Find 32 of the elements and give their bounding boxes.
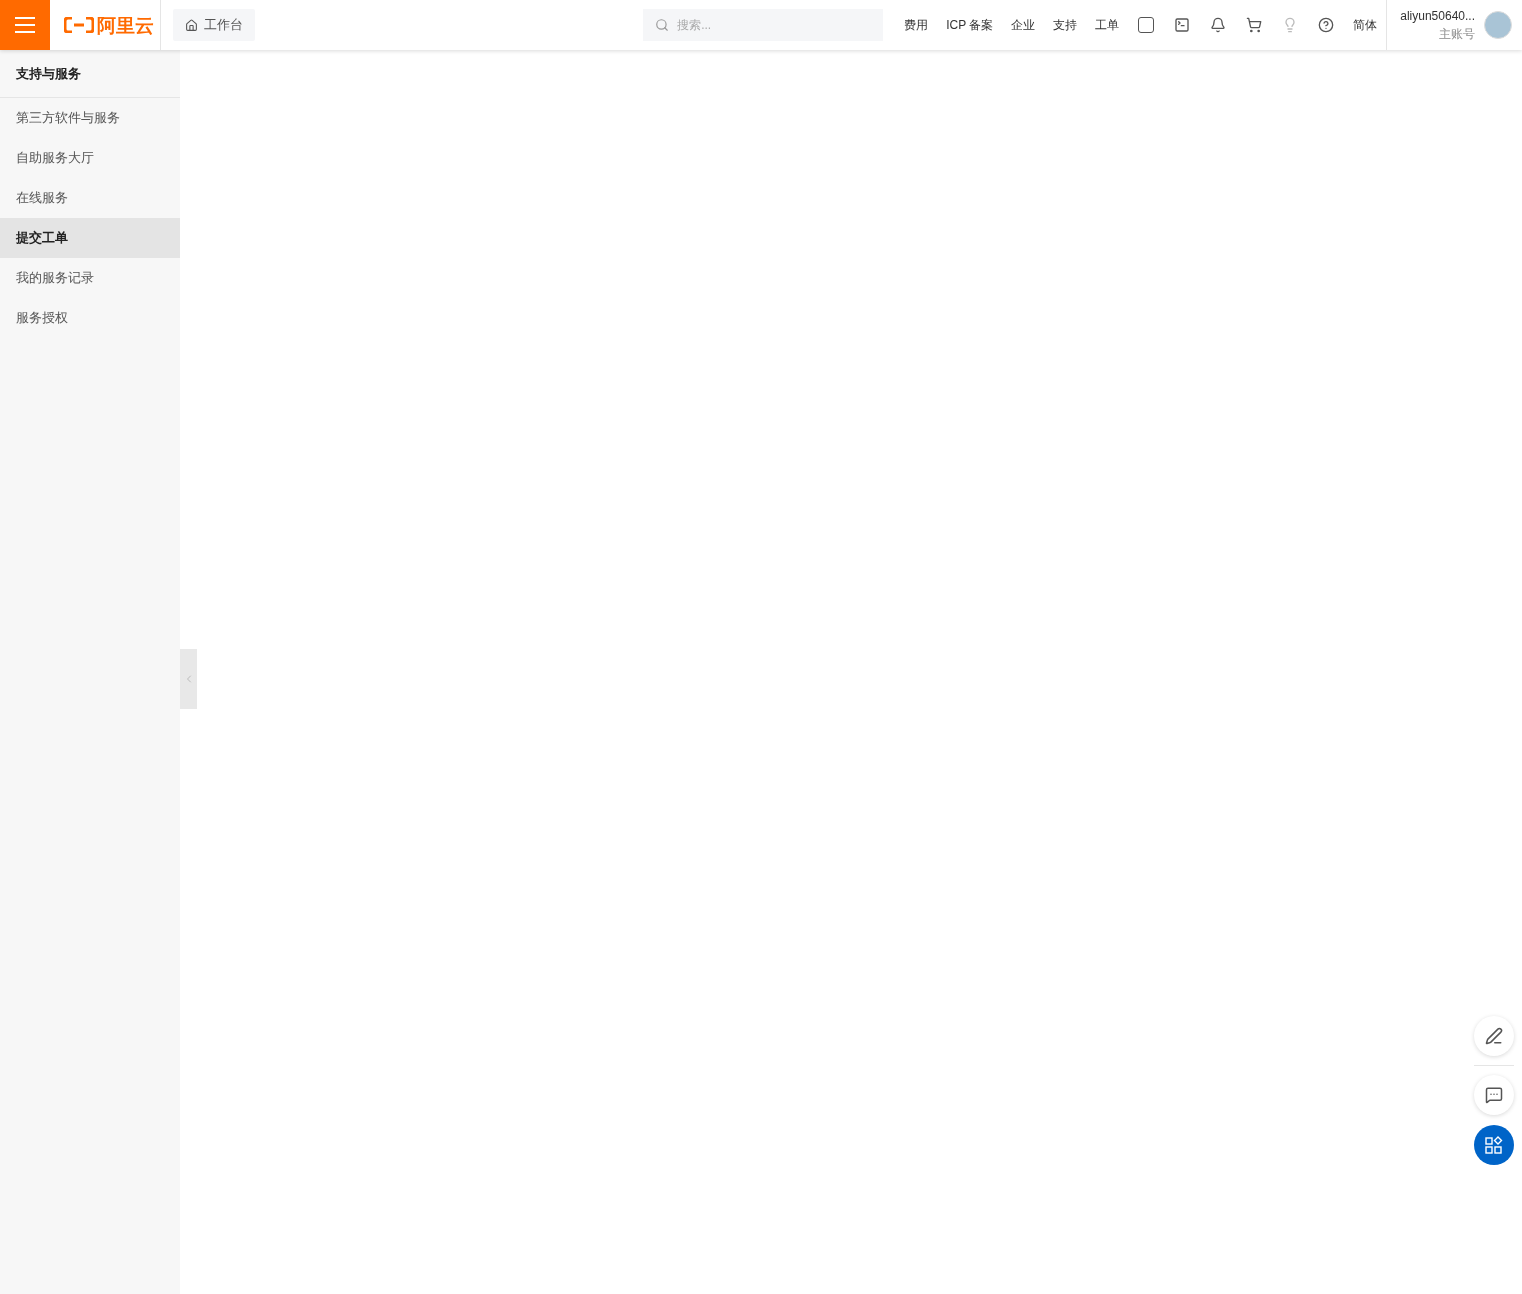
help-icon[interactable] [1318, 17, 1335, 33]
sidebar-item[interactable]: 在线服务 [0, 178, 180, 218]
nav-link[interactable]: 企业 [1002, 16, 1045, 34]
search-icon [655, 18, 670, 32]
nav-link[interactable]: 费用 [895, 16, 938, 34]
terminal-icon[interactable] [1174, 17, 1191, 33]
workbench-button[interactable]: 工作台 [173, 9, 255, 41]
sidebar-item[interactable]: 自助服务大厅 [0, 138, 180, 178]
sidebar-item[interactable]: 服务授权 [0, 298, 180, 338]
sidebar-item[interactable]: 我的服务记录 [0, 258, 180, 298]
nav-link[interactable]: ICP 备案 [937, 16, 1003, 34]
chat-icon [1485, 1086, 1503, 1104]
collapse-handle[interactable] [180, 649, 197, 709]
cart-icon[interactable] [1246, 17, 1263, 33]
account-role: 主账号 [1439, 26, 1475, 43]
feedback-button[interactable] [1474, 1075, 1514, 1115]
sidebar-title: 支持与服务 [16, 64, 81, 83]
language-link[interactable]: 简体 [1344, 16, 1387, 34]
menu-button[interactable] [0, 0, 50, 50]
sidebar-item[interactable]: 第三方软件与服务 [0, 98, 180, 138]
logo-icon [64, 17, 94, 33]
sidebar-item[interactable]: 提交工单 [0, 218, 180, 258]
nav-link[interactable]: 支持 [1044, 16, 1087, 34]
pen-icon [1485, 1027, 1503, 1045]
home-icon [185, 18, 198, 32]
user-name[interactable]: aliyun50640... [1400, 7, 1475, 25]
apps-icon [1485, 1136, 1503, 1154]
bell-icon[interactable] [1210, 17, 1227, 33]
apps-button[interactable] [1474, 1125, 1514, 1165]
edit-button[interactable] [1474, 1016, 1514, 1056]
nav-link[interactable]: 工单 [1086, 16, 1129, 34]
search-field[interactable]: 搜索... [643, 9, 884, 41]
